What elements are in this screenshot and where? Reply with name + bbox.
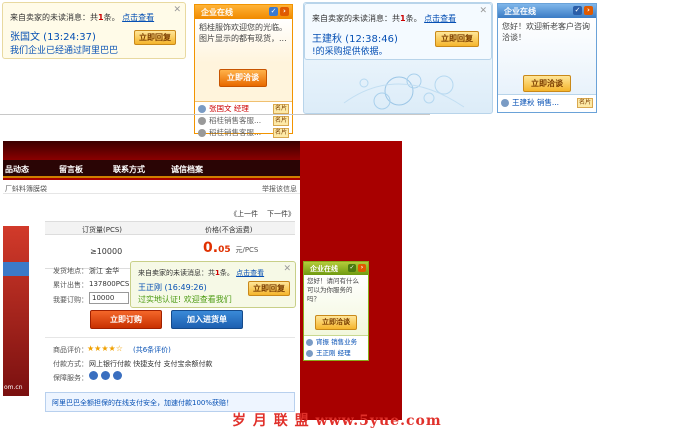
price-value: 0.05 元/PCS	[203, 240, 259, 256]
contact-item[interactable]: 王正刚 经理	[306, 348, 366, 359]
verified-icon: ✓	[269, 7, 278, 16]
panel-header: 企业在线 ✓ ›	[195, 5, 292, 19]
rating-label: 商品评价：	[53, 346, 88, 354]
order-now-button[interactable]: 立即订购	[90, 310, 162, 329]
card-badge[interactable]: 名片	[272, 116, 289, 126]
nav-item[interactable]: 诚信档案	[171, 164, 203, 175]
view-link[interactable]: 点击查看	[122, 13, 154, 22]
sender-line: 王建秋 (12:38:46)	[312, 34, 398, 45]
user-icon	[306, 338, 313, 346]
shield-icon	[89, 371, 98, 380]
report-link[interactable]: 举报该信息	[262, 184, 297, 194]
breadcrumb: 厂蚪料簿膜袋	[5, 185, 47, 193]
welcome-text: 稻桂服饰欢迎您的光临。图片显示的都有现货，...	[199, 23, 287, 43]
enterprise-online-panel-2: 企业在线 ✓ › 您好！欢迎新老客户咨询洽谈！ 立即洽谈 王建秋 销售... 名片	[497, 3, 597, 113]
unread-message-text: 来自卖家的未读消息：共1条。 点击查看	[138, 269, 265, 277]
contact-item[interactable]: 稻桂销售客服... 名片	[198, 127, 289, 139]
contact-item[interactable]: 王建秋 销售... 名片	[501, 97, 593, 109]
card-badge[interactable]: 名片	[576, 98, 593, 108]
add-to-cart-button[interactable]: 加入进货单	[171, 310, 243, 329]
shield-icon	[113, 371, 122, 380]
card-badge[interactable]: 名片	[272, 104, 289, 114]
consult-button[interactable]: 立即洽谈	[523, 75, 571, 92]
minimize-icon[interactable]: ›	[584, 6, 593, 15]
verified-icon: ✓	[348, 264, 356, 272]
rating-count[interactable]: (共6条评价)	[133, 345, 171, 355]
price-header: 价格(不含运费)	[205, 226, 253, 234]
message-preview: 我们企业已经通过阿里巴巴	[10, 46, 119, 56]
reply-button[interactable]: 立即回复	[134, 30, 176, 45]
rating-stars: ★★★★☆	[87, 344, 123, 353]
order-quantity-input[interactable]: 10000	[89, 292, 129, 304]
contact-item[interactable]: 宵振 销售业务	[306, 337, 366, 348]
product-image: om.cn	[3, 226, 29, 396]
card-badge[interactable]: 名片	[272, 128, 289, 138]
welcome-text: 您好！请问有什么可以为你服务的吗？	[307, 277, 359, 303]
user-icon	[306, 349, 313, 357]
nav-item[interactable]: 品动态	[5, 164, 29, 175]
protect-label: 保障服务：	[53, 374, 88, 382]
ship-label: 发货地点：	[53, 267, 88, 275]
order-label: 我要订购：	[53, 296, 88, 304]
stock-value: 137800PCS	[89, 280, 130, 288]
panel-header: 企业在线 ✓ ›	[304, 262, 368, 275]
unread-message-toast-1: ✕ 来自卖家的未读消息：共1条。 点击查看 张国文 (13:24:37) 我们企…	[2, 2, 186, 59]
unread-message-text: 来自卖家的未读消息：共1条。 点击查看	[312, 14, 457, 23]
site-watermark: 岁 月 联 盟 www.5yue.com	[232, 413, 442, 429]
view-link[interactable]: 点击查看	[424, 14, 456, 23]
user-icon	[198, 117, 206, 125]
next-link[interactable]: 下一件》	[267, 209, 295, 219]
qty-value: ≥10000	[90, 247, 123, 256]
sender-line: 张国文 (13:24:37)	[10, 32, 96, 43]
unread-message-text: 来自卖家的未读消息：共1条。 点击查看	[10, 13, 155, 22]
welcome-text: 您好！欢迎新老客户咨询洽谈！	[502, 22, 590, 42]
enterprise-online-panel-3: 企业在线 ✓ › 您好！请问有什么可以为你服务的吗？ 立即洽谈 宵振 销售业务 …	[303, 261, 369, 361]
prev-link[interactable]: 《上一件	[230, 209, 258, 219]
site-nav: 品动态 留言板 联系方式 诚信档案	[3, 160, 300, 178]
pay-label: 付款方式：	[53, 360, 88, 368]
nav-item[interactable]: 联系方式	[113, 164, 145, 175]
minimize-icon[interactable]: ›	[358, 264, 366, 272]
pay-value: 网上银行付款 快捷支付 支付宝余额付款	[89, 360, 213, 368]
view-link[interactable]: 点击查看	[236, 269, 264, 277]
verified-icon: ✓	[573, 6, 582, 15]
unread-message-toast-2: ✕ 来自卖家的未读消息：共1条。 点击查看 王建秋 (12:38:46) !的采…	[304, 3, 492, 60]
stock-label: 累计出售：	[53, 281, 88, 289]
consult-button[interactable]: 立即洽谈	[315, 315, 357, 330]
sender-line: 王正刚 (16:49:26)	[138, 283, 207, 292]
consult-button[interactable]: 立即洽谈	[219, 69, 267, 87]
panel-header: 企业在线 ✓ ›	[498, 4, 596, 18]
close-icon[interactable]: ✕	[283, 264, 291, 274]
message-preview: !的采购提供依据。	[312, 47, 388, 57]
close-icon[interactable]: ✕	[479, 6, 487, 16]
close-icon[interactable]: ✕	[173, 5, 181, 15]
shield-icon	[101, 371, 110, 380]
site-header-stripe	[3, 141, 300, 160]
payment-notice: 阿里巴巴全额担保的在线支付安全，加速付款100%获赔！	[52, 399, 234, 407]
ship-value: 浙江 金华	[89, 267, 120, 275]
nav-item[interactable]: 留言板	[59, 164, 83, 175]
minimize-icon[interactable]: ›	[280, 7, 289, 16]
user-icon	[501, 99, 509, 107]
divider	[0, 114, 430, 115]
user-icon	[198, 105, 206, 113]
unread-message-toast-3: ✕ 来自卖家的未读消息：共1条。 点击查看 王正刚 (16:49:26) 过实地…	[130, 261, 296, 308]
image-watermark: om.cn	[4, 384, 23, 391]
qty-header: 订货量(PCS)	[82, 226, 123, 234]
message-preview: 过实地认证! 欢迎查看我们	[138, 295, 232, 304]
reply-button[interactable]: 立即回复	[248, 281, 290, 296]
user-icon	[198, 129, 206, 137]
contact-item[interactable]: 稻桂销售客服... 名片	[198, 115, 289, 127]
reply-button[interactable]: 立即回复	[435, 31, 479, 47]
